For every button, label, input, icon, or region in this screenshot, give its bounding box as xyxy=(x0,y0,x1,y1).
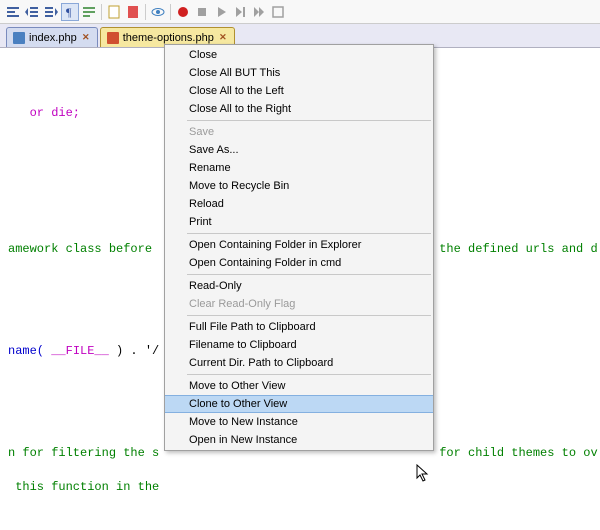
menu-open-folder-explorer[interactable]: Open Containing Folder in Explorer xyxy=(165,236,433,254)
menu-open-folder-cmd[interactable]: Open Containing Folder in cmd xyxy=(165,254,433,272)
doc-icon[interactable] xyxy=(105,3,123,21)
menu-clear-read-only: Clear Read-Only Flag xyxy=(165,295,433,313)
menu-full-path-clipboard[interactable]: Full File Path to Clipboard xyxy=(165,318,433,336)
step-icon[interactable] xyxy=(231,3,249,21)
close-icon[interactable]: ✕ xyxy=(218,33,228,43)
menu-close-all-left[interactable]: Close All to the Left xyxy=(165,82,433,100)
play-icon[interactable] xyxy=(212,3,230,21)
repeat-icon[interactable] xyxy=(269,3,287,21)
outdent-icon[interactable] xyxy=(23,3,41,21)
separator-icon xyxy=(170,4,171,20)
tab-label: index.php xyxy=(29,32,77,44)
menu-print[interactable]: Print xyxy=(165,213,433,231)
menu-save-as[interactable]: Save As... xyxy=(165,141,433,159)
file-icon xyxy=(107,32,119,44)
code-line: this function in the xyxy=(8,479,600,496)
fastfwd-icon[interactable] xyxy=(250,3,268,21)
separator-icon xyxy=(145,4,146,20)
tab-context-menu: Close Close All BUT This Close All to th… xyxy=(164,44,434,451)
pdf-icon[interactable] xyxy=(124,3,142,21)
menu-move-recycle-bin[interactable]: Move to Recycle Bin xyxy=(165,177,433,195)
menu-separator xyxy=(187,315,431,316)
menu-separator xyxy=(187,120,431,121)
menu-close-all-right[interactable]: Close All to the Right xyxy=(165,100,433,118)
menu-save: Save xyxy=(165,123,433,141)
tab-label: theme-options.php xyxy=(123,32,214,44)
close-icon[interactable]: ✕ xyxy=(81,33,91,43)
wrap-icon[interactable] xyxy=(80,3,98,21)
tab-index-php[interactable]: index.php ✕ xyxy=(6,27,98,47)
menu-filename-clipboard[interactable]: Filename to Clipboard xyxy=(165,336,433,354)
svg-text:¶: ¶ xyxy=(66,5,72,19)
menu-open-new-instance[interactable]: Open in New Instance xyxy=(165,431,433,449)
menu-reload[interactable]: Reload xyxy=(165,195,433,213)
toolbar: ¶ xyxy=(0,0,600,24)
menu-separator xyxy=(187,374,431,375)
menu-rename[interactable]: Rename xyxy=(165,159,433,177)
menu-move-other-view[interactable]: Move to Other View xyxy=(165,377,433,395)
menu-read-only[interactable]: Read-Only xyxy=(165,277,433,295)
indent-icon[interactable] xyxy=(42,3,60,21)
menu-close[interactable]: Close xyxy=(165,46,433,64)
pilcrow-icon[interactable]: ¶ xyxy=(61,3,79,21)
align-left-icon[interactable] xyxy=(4,3,22,21)
menu-move-new-instance[interactable]: Move to New Instance xyxy=(165,413,433,431)
record-icon[interactable] xyxy=(174,3,192,21)
menu-close-all-but-this[interactable]: Close All BUT This xyxy=(165,64,433,82)
stop-icon[interactable] xyxy=(193,3,211,21)
menu-dir-path-clipboard[interactable]: Current Dir. Path to Clipboard xyxy=(165,354,433,372)
file-icon xyxy=(13,32,25,44)
menu-separator xyxy=(187,274,431,275)
eye-icon[interactable] xyxy=(149,3,167,21)
menu-clone-other-view[interactable]: Clone to Other View xyxy=(165,395,433,413)
separator-icon xyxy=(101,4,102,20)
menu-separator xyxy=(187,233,431,234)
